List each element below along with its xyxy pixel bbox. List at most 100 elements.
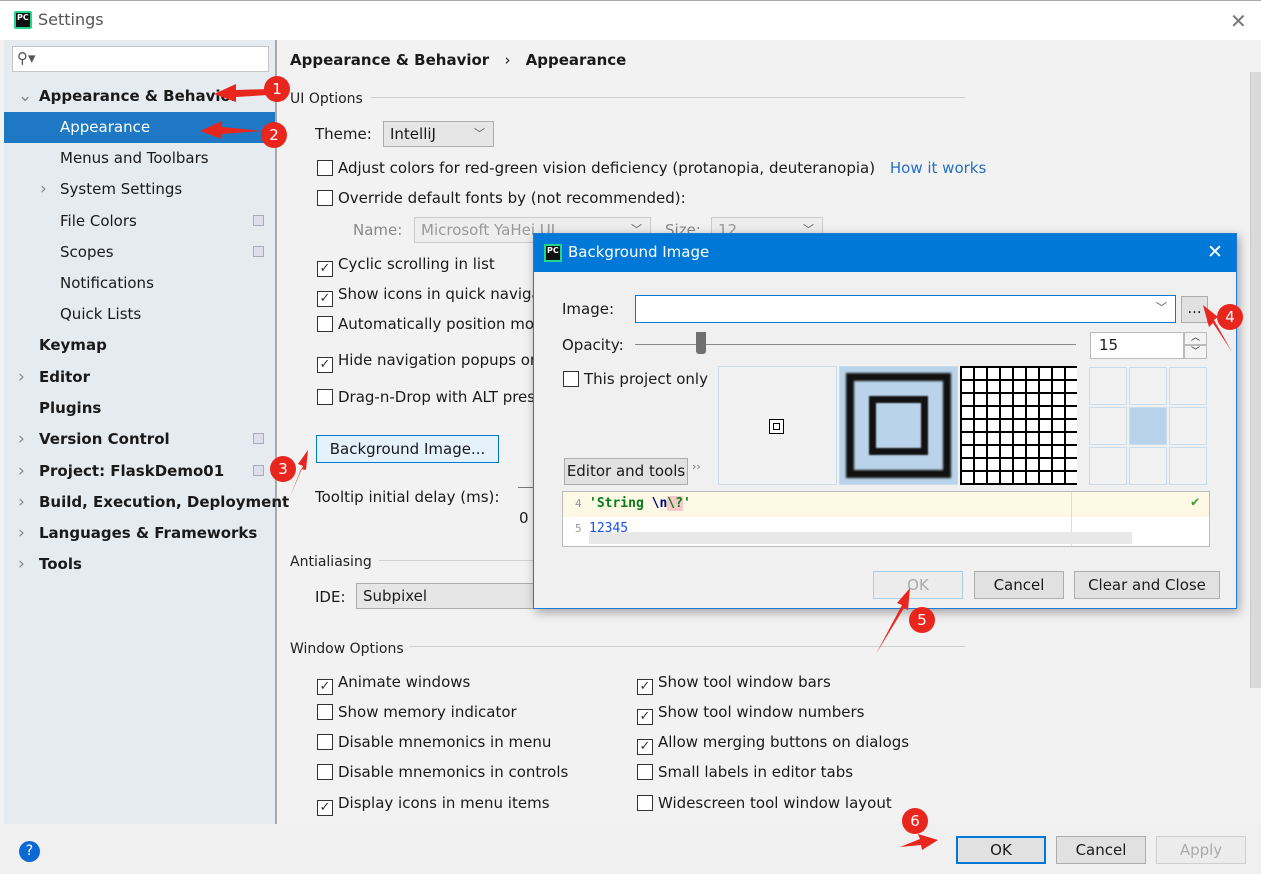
this-project-only-checkbox[interactable]: This project only: [563, 369, 708, 389]
checkbox-box[interactable]: [317, 190, 333, 206]
cancel-button[interactable]: Cancel: [1056, 836, 1146, 864]
background-image-button[interactable]: Background Image...: [316, 435, 499, 463]
tooltip-delay-label: Tooltip initial delay (ms):: [315, 488, 500, 506]
apply-button[interactable]: Apply: [1156, 836, 1246, 864]
sidebar-item[interactable]: Appearance: [4, 112, 275, 143]
hide-navigation-checkbox[interactable]: ✓ Hide navigation popups on: [317, 350, 539, 373]
help-button[interactable]: ?: [19, 841, 40, 862]
checkbox-box[interactable]: ✓: [317, 679, 333, 695]
checkbox-box[interactable]: [563, 371, 579, 387]
fill-mode-tile[interactable]: [960, 366, 1077, 485]
anchor-cell[interactable]: [1169, 407, 1207, 445]
breadcrumb-parent[interactable]: Appearance & Behavior: [290, 51, 489, 69]
ok-button[interactable]: OK: [956, 836, 1046, 864]
checkbox-box[interactable]: [317, 704, 333, 720]
image-path-input[interactable]: [640, 299, 1140, 319]
spinner-down-icon[interactable]: ﹀: [1184, 345, 1207, 359]
settings-search-input[interactable]: ⚲▾: [12, 46, 269, 72]
anchor-cell[interactable]: [1169, 367, 1207, 405]
checkbox-box[interactable]: [317, 389, 333, 405]
checkbox-box[interactable]: [317, 160, 333, 176]
anchor-cell[interactable]: [1089, 407, 1127, 445]
chevron-right-icon[interactable]: ›: [18, 518, 25, 549]
dialog-cancel-button[interactable]: Cancel: [974, 571, 1064, 599]
dialog-close-icon[interactable]: ✕: [1207, 241, 1223, 263]
show-icons-checkbox[interactable]: ✓ Show icons in quick navigat: [317, 284, 547, 307]
sidebar-item[interactable]: › Editor: [4, 362, 275, 393]
anchor-cell[interactable]: [1129, 407, 1167, 445]
chevron-down-icon[interactable]: ﹀: [1156, 299, 1167, 315]
chevron-right-icon[interactable]: ›: [18, 424, 25, 455]
chevron-right-icon[interactable]: ›: [18, 549, 25, 580]
drag-alt-checkbox[interactable]: Drag-n-Drop with ALT pres: [317, 387, 535, 407]
sidebar-item[interactable]: Plugins: [4, 393, 275, 424]
more-targets-icon[interactable]: ››: [692, 460, 701, 473]
editor-horizontal-scrollbar[interactable]: [589, 532, 1132, 544]
how-it-works-link[interactable]: How it works: [890, 159, 986, 177]
sidebar-item[interactable]: Notifications: [4, 268, 275, 299]
checkbox-box[interactable]: ✓: [317, 357, 333, 373]
checkbox-box[interactable]: ✓: [637, 679, 653, 695]
chevron-right-icon[interactable]: ›: [18, 487, 25, 518]
anchor-cell[interactable]: [1129, 447, 1167, 485]
opacity-spinner-input[interactable]: 15: [1090, 332, 1184, 359]
chevron-right-icon[interactable]: ›: [18, 362, 25, 393]
window-option-checkbox[interactable]: ✓ Animate windows: [317, 672, 470, 695]
checkbox-box[interactable]: [317, 734, 333, 750]
checkbox-box[interactable]: [317, 316, 333, 332]
cyclic-scrolling-checkbox[interactable]: ✓ Cyclic scrolling in list: [317, 254, 495, 277]
window-option-checkbox[interactable]: ✓ Display icons in menu items: [317, 793, 550, 816]
checkbox-box[interactable]: [637, 795, 653, 811]
ide-antialiasing-dropdown[interactable]: Subpixel: [356, 583, 536, 609]
window-option-checkbox[interactable]: Disable mnemonics in controls: [317, 762, 568, 782]
window-option-checkbox[interactable]: Show memory indicator: [317, 702, 517, 722]
sidebar-item[interactable]: ⌄ Appearance & Behavior: [4, 81, 275, 112]
sidebar-item[interactable]: Scopes: [4, 237, 275, 268]
browse-button[interactable]: ...: [1181, 296, 1208, 323]
sidebar-item[interactable]: › Tools: [4, 549, 275, 580]
checkbox-box[interactable]: ✓: [317, 800, 333, 816]
theme-dropdown[interactable]: IntelliJ ﹀: [383, 121, 494, 147]
sidebar-item[interactable]: Quick Lists: [4, 299, 275, 330]
sidebar-item[interactable]: Keymap: [4, 330, 275, 361]
window-option-checkbox[interactable]: ✓ Show tool window numbers: [637, 702, 864, 725]
anchor-cell[interactable]: [1089, 447, 1127, 485]
anchor-cell[interactable]: [1169, 447, 1207, 485]
image-path-combobox[interactable]: ﹀: [635, 295, 1176, 323]
adjust-colors-checkbox[interactable]: Adjust colors for red-green vision defic…: [317, 158, 986, 178]
chevron-right-icon[interactable]: ›: [40, 174, 47, 205]
target-editor-and-tools-button[interactable]: Editor and tools: [564, 458, 688, 485]
sidebar-item[interactable]: File Colors: [4, 206, 275, 237]
window-option-checkbox[interactable]: ✓ Allow merging buttons on dialogs: [637, 732, 909, 755]
checkbox-box[interactable]: ✓: [317, 291, 333, 307]
spinner-up-icon[interactable]: ︿: [1184, 332, 1207, 345]
chevron-right-icon[interactable]: ›: [18, 456, 25, 487]
close-icon[interactable]: ✕: [1230, 9, 1247, 33]
sidebar-item[interactable]: › Languages & Frameworks: [4, 518, 275, 549]
checkbox-box[interactable]: ✓: [637, 739, 653, 755]
checkbox-box[interactable]: [317, 764, 333, 780]
anchor-cell[interactable]: [1089, 367, 1127, 405]
sidebar-item[interactable]: Menus and Toolbars: [4, 143, 275, 174]
anchor-cell[interactable]: [1129, 367, 1167, 405]
sidebar-item[interactable]: › Build, Execution, Deployment: [4, 487, 289, 518]
sidebar-item[interactable]: › System Settings: [4, 174, 275, 205]
vertical-scrollbar[interactable]: [1250, 72, 1261, 688]
window-option-checkbox[interactable]: Widescreen tool window layout: [637, 793, 892, 813]
fill-mode-scale[interactable]: [839, 366, 958, 485]
checkbox-box[interactable]: ✓: [637, 709, 653, 725]
checkbox-box[interactable]: [637, 764, 653, 780]
dialog-ok-button[interactable]: OK: [873, 571, 963, 599]
chevron-down-icon[interactable]: ⌄: [18, 81, 32, 112]
checkbox-box[interactable]: ✓: [317, 261, 333, 277]
fill-mode-plain[interactable]: [718, 366, 837, 485]
override-fonts-checkbox[interactable]: Override default fonts by (not recommend…: [317, 188, 686, 208]
sidebar-item[interactable]: › Project: FlaskDemo01: [4, 456, 275, 487]
sidebar-item[interactable]: › Version Control: [4, 424, 275, 455]
opacity-slider-thumb[interactable]: [696, 332, 707, 354]
window-option-checkbox[interactable]: ✓ Show tool window bars: [637, 672, 831, 695]
auto-position-checkbox[interactable]: Automatically position mou: [317, 314, 544, 334]
window-option-checkbox[interactable]: Disable mnemonics in menu: [317, 732, 551, 752]
window-option-checkbox[interactable]: Small labels in editor tabs: [637, 762, 853, 782]
clear-and-close-button[interactable]: Clear and Close: [1074, 571, 1220, 599]
